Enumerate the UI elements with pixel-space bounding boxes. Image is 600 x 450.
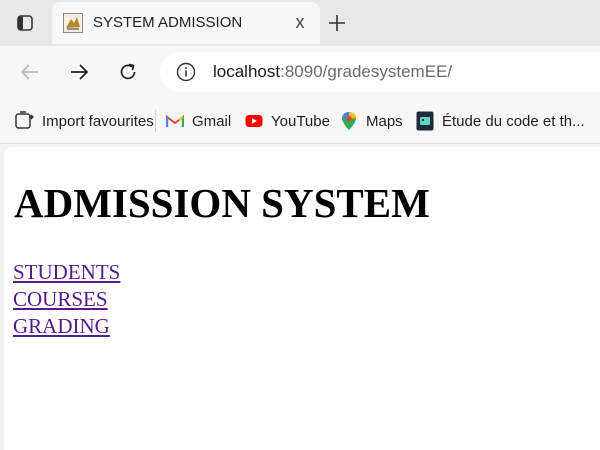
bookmark-maps[interactable]: Maps [340, 110, 403, 132]
import-icon [15, 111, 34, 129]
reload-button[interactable] [114, 58, 142, 86]
new-tab-button[interactable] [323, 9, 351, 37]
bookmark-import-favourites[interactable]: Import favourites [14, 110, 154, 132]
page-title: ADMISSION SYSTEM [14, 180, 430, 226]
plus-icon [329, 15, 345, 31]
bookmark-youtube[interactable]: YouTube [245, 110, 330, 132]
tab-close-button[interactable]: x [290, 11, 310, 33]
bookmarks-separator [155, 110, 156, 132]
navigation-bar: localhost:8090/gradesystemEE/ [0, 46, 600, 98]
students-link[interactable]: STUDENTS [13, 259, 120, 286]
youtube-icon [245, 115, 263, 127]
address-bar[interactable]: localhost:8090/gradesystemEE/ [160, 52, 600, 92]
bookmark-favicon [416, 111, 434, 131]
url-text[interactable]: localhost:8090/gradesystemEE/ [213, 62, 452, 82]
bookmark-label: YouTube [271, 112, 330, 130]
tab-strip: SYSTEM ADMISSION x [0, 0, 600, 46]
url-host: localhost [213, 62, 281, 81]
url-path: :8090/gradesystemEE/ [280, 62, 453, 81]
site-favicon-icon [63, 13, 83, 33]
tab-title: SYSTEM ADMISSION [93, 14, 243, 31]
courses-link[interactable]: COURSES [13, 286, 108, 313]
forward-button[interactable] [65, 58, 93, 86]
bookmark-label: Maps [366, 112, 403, 130]
info-icon[interactable] [176, 62, 196, 82]
reload-icon [120, 63, 136, 80]
maps-icon [342, 112, 356, 130]
tab-actions-button[interactable] [10, 10, 40, 36]
bookmark-etude[interactable]: Étude du code et th... [416, 110, 585, 132]
tab-actions-icon [17, 15, 33, 31]
bookmark-label: Import favourites [42, 112, 154, 130]
bookmarks-bar: Import favourites Gmail YouTube Maps Étu… [0, 98, 600, 144]
page-viewport: ADMISSION SYSTEM STUDENTS COURSES GRADIN… [4, 147, 600, 450]
bookmark-label: Gmail [192, 112, 232, 130]
bookmark-gmail[interactable]: Gmail [166, 110, 231, 132]
arrow-left-icon [20, 64, 38, 80]
gmail-icon [166, 115, 184, 127]
bookmark-label: Étude du code et th... [442, 112, 585, 130]
active-tab[interactable]: SYSTEM ADMISSION x [52, 2, 320, 44]
arrow-right-icon [71, 64, 89, 80]
grading-link[interactable]: GRADING [13, 313, 110, 340]
nav-links: STUDENTS COURSES GRADING [13, 259, 120, 340]
back-button[interactable] [16, 58, 44, 86]
